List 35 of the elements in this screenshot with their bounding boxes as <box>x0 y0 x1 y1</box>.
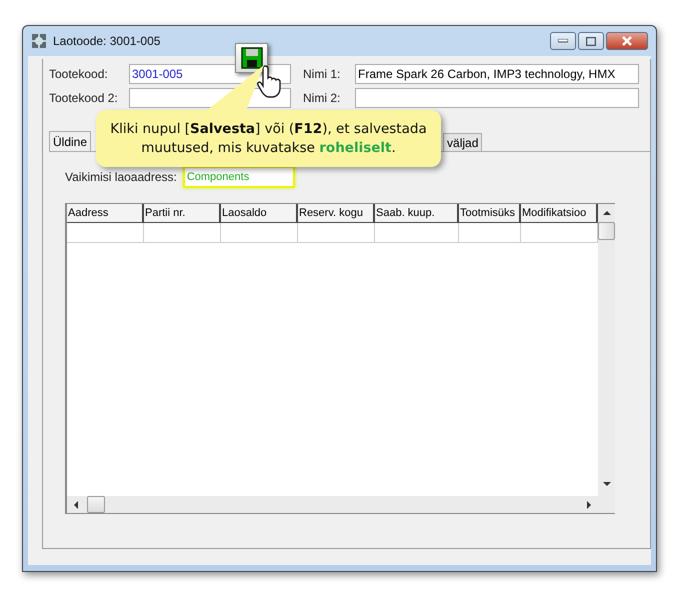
column-header[interactable]: Partii nr. <box>144 204 221 223</box>
vertical-scrollbar[interactable] <box>598 204 615 513</box>
column-header[interactable]: Modifikatsioo <box>521 204 598 223</box>
column-header[interactable]: Reserv. kogu <box>298 204 375 223</box>
column-header[interactable]: Tootmisüks <box>459 204 521 223</box>
field-label: Tootekood 2: <box>49 91 119 105</box>
scroll-up-icon[interactable] <box>602 210 610 216</box>
scroll-thumb[interactable] <box>87 496 105 513</box>
save-button[interactable] <box>235 43 268 73</box>
horizontal-scrollbar[interactable] <box>67 496 598 513</box>
input-field[interactable]: Frame Spark 26 Carbon, IMP3 technology, HMX <box>355 64 639 84</box>
scroll-down-icon[interactable] <box>602 481 610 487</box>
maximize-button[interactable] <box>578 32 604 50</box>
column-header[interactable]: Laosaldo <box>221 204 298 223</box>
field-label: Vaikimisi laoaadress: <box>65 170 177 184</box>
close-button[interactable] <box>606 32 648 50</box>
column-header[interactable]: Aadress <box>67 204 144 223</box>
field-label: Nimi 1: <box>303 67 342 81</box>
minimize-button[interactable] <box>550 32 576 50</box>
minimize-icon <box>558 39 568 43</box>
column-header[interactable]: Saab. kuup. <box>375 204 459 223</box>
window-title: Laotoode: 3001-005 <box>53 34 160 48</box>
scroll-right-icon[interactable] <box>586 500 592 508</box>
app-icon <box>31 33 47 49</box>
close-icon <box>621 36 633 46</box>
callout-text: Kliki nupul [Salvesta] või (F12), et salvestada muutused, mis kuvatakse roheliselt. <box>109 120 428 158</box>
scroll-thumb[interactable] <box>598 222 615 240</box>
table-cell <box>459 223 521 243</box>
field-label: Nimi 2: <box>303 91 342 105</box>
scroll-left-icon[interactable] <box>73 500 79 508</box>
tab[interactable]: Üldine <box>49 131 92 151</box>
maximize-icon <box>586 36 596 46</box>
field-label: Tootekood: <box>49 67 109 81</box>
input-field[interactable] <box>355 88 639 108</box>
tab[interactable]: väljad <box>443 133 482 151</box>
